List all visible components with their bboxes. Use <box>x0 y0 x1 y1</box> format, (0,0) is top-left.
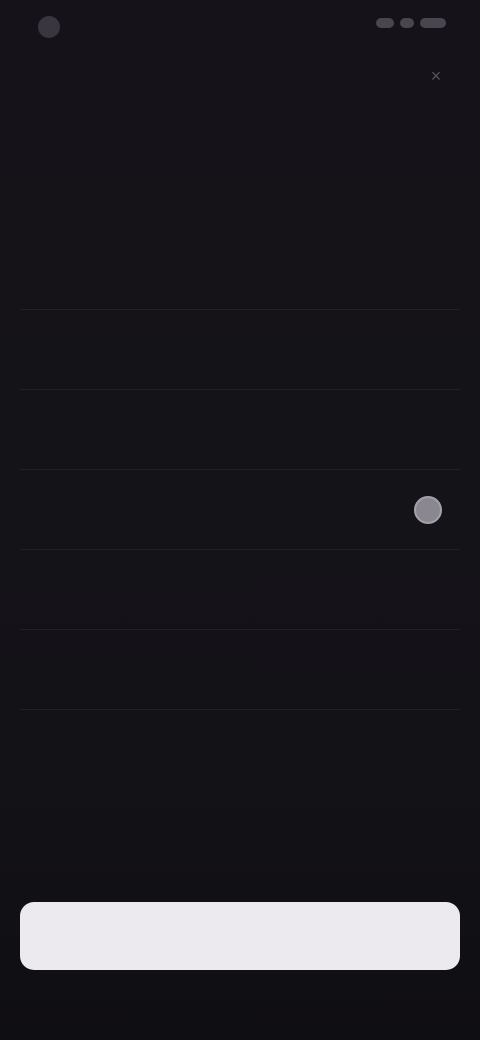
option-row-4[interactable] <box>20 470 460 550</box>
option-row-6[interactable] <box>20 630 460 710</box>
close-icon[interactable]: × <box>422 62 450 90</box>
wifi-icon <box>400 18 414 28</box>
option-row-5[interactable] <box>20 550 460 630</box>
radio-button[interactable] <box>414 336 442 364</box>
reason-options-list <box>20 230 460 710</box>
status-bar <box>0 0 480 56</box>
radio-button[interactable] <box>414 576 442 604</box>
option-row-3[interactable] <box>20 390 460 470</box>
option-row-1[interactable] <box>20 230 460 310</box>
option-row-2[interactable] <box>20 310 460 390</box>
radio-button[interactable] <box>414 256 442 284</box>
battery-icon <box>420 18 446 28</box>
app-indicator-icon <box>38 16 60 38</box>
radio-button[interactable] <box>414 656 442 684</box>
bottom-action-area <box>0 880 480 1040</box>
status-icons <box>376 18 446 28</box>
signal-icon <box>376 18 394 28</box>
submit-button[interactable] <box>20 902 460 970</box>
report-reason-screen: × <box>0 0 480 1040</box>
radio-button[interactable] <box>414 416 442 444</box>
radio-button[interactable] <box>414 495 442 524</box>
